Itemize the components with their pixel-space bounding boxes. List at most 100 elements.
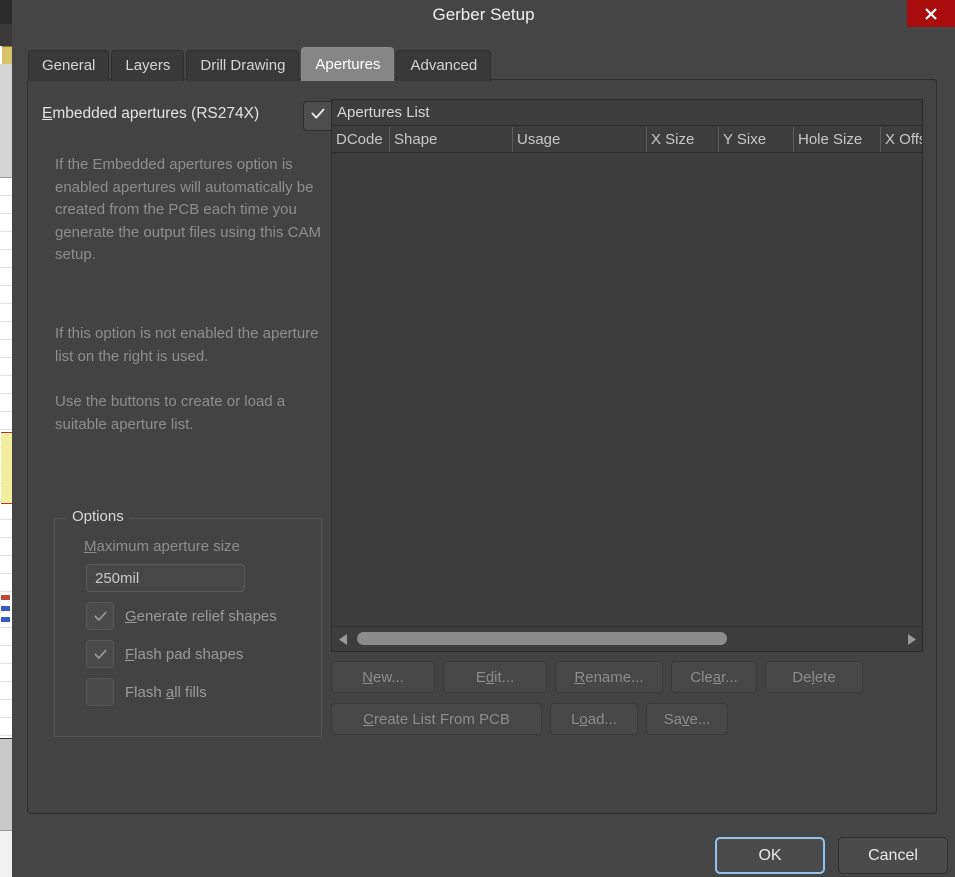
column-header-shape[interactable]: Shape [389, 127, 512, 152]
rename-label-rest: ename... [585, 668, 644, 686]
tab-drill-drawing[interactable]: Drill Drawing [186, 50, 300, 81]
max-aperture-accel-char: M [84, 538, 97, 555]
clear-accel-char: a [712, 668, 722, 686]
generate-accel-char: G [125, 607, 137, 625]
flash-pad-shapes-row[interactable]: Flash pad shapes [86, 640, 243, 668]
generate-relief-shapes-checkbox[interactable] [86, 602, 114, 630]
rename-label: Rename... [574, 669, 643, 686]
apertures-tab-panel: Embedded apertures (RS274X) If the Embed… [27, 79, 937, 814]
createlist-accel-char: C [363, 710, 374, 728]
max-aperture-size-label: Maximum aperture size [84, 538, 240, 555]
create-list-from-pcb-button[interactable]: Create List From PCB [331, 703, 542, 735]
load-accel-char: o [579, 710, 588, 728]
close-icon [923, 6, 939, 22]
cancel-button[interactable]: Cancel [838, 837, 948, 874]
load-label: Load... [571, 711, 617, 728]
clear-label: Clear... [690, 669, 738, 686]
ok-button[interactable]: OK [715, 837, 825, 874]
delete-aperture-button[interactable]: Delete [765, 661, 863, 693]
save-aperture-list-button[interactable]: Save... [646, 703, 728, 735]
flash-pad-shapes-checkbox[interactable] [86, 640, 114, 668]
help-paragraph-2: If this option is not enabled the apertu… [55, 325, 319, 365]
flash-all-fills-label: Flash all fills [125, 684, 207, 701]
flash-pad-label-rest: lash pad shapes [134, 645, 244, 663]
bg-marker-red [1, 595, 10, 600]
edit-label: Edit... [476, 669, 514, 686]
createlist-label: Create List From PCB [363, 711, 510, 728]
bg-bottom-white [0, 830, 12, 877]
flash-pad-accel-char: F [125, 645, 135, 663]
embedded-label-rest: mbedded apertures (RS274X) [52, 105, 260, 122]
clear-label-pre: Cle [690, 668, 713, 686]
tab-general[interactable]: General [28, 50, 110, 81]
load-label-rest: ad... [587, 710, 617, 728]
edit-aperture-button[interactable]: Edit... [443, 661, 547, 693]
flash-all-accel-char: a [165, 683, 175, 701]
help-paragraph-1: If the Embedded apertures option is enab… [55, 156, 321, 263]
flash-all-label-rest: ll fills [174, 683, 207, 701]
column-header-x-offset[interactable]: X Offs [880, 127, 922, 152]
tab-strip: General Layers Drill Drawing Apertures A… [28, 47, 493, 81]
options-groupbox: Options Maximum aperture size Generate r… [54, 508, 322, 737]
edit-accel-char: d [485, 668, 495, 686]
scroll-left-arrow-icon[interactable] [332, 627, 354, 651]
apertures-horizontal-scrollbar[interactable] [332, 626, 922, 651]
options-groupbox-legend: Options [67, 508, 129, 525]
save-label-rest: e... [689, 710, 711, 728]
rename-accel-char: R [574, 668, 586, 686]
clear-aperture-list-button[interactable]: Clear... [671, 661, 757, 693]
check-icon [309, 105, 327, 128]
save-label: Save... [664, 711, 711, 728]
apertures-table-body[interactable] [332, 153, 922, 628]
edit-label-rest: it... [494, 668, 515, 686]
bg-marker-blue-2 [1, 617, 10, 622]
check-icon [93, 649, 107, 659]
apertures-table-header: DCode Shape Usage X Size Y Sixe Hole Siz… [332, 127, 922, 153]
generate-relief-shapes-row[interactable]: Generate relief shapes [86, 602, 277, 630]
save-accel-char: v [682, 710, 690, 728]
scrollbar-thumb[interactable] [357, 632, 727, 645]
column-header-dcode[interactable]: DCode [332, 127, 389, 152]
new-aperture-button[interactable]: New... [331, 661, 435, 693]
tab-advanced[interactable]: Advanced [396, 50, 492, 81]
load-aperture-list-button[interactable]: Load... [550, 703, 638, 735]
help-paragraph-3: Use the buttons to create or load a suit… [55, 393, 286, 433]
save-label-pre: Sa [663, 710, 682, 728]
flash-all-label-pre: Flash [125, 683, 166, 701]
rename-aperture-button[interactable]: Rename... [555, 661, 663, 693]
delete-label: Delete [792, 669, 835, 686]
generate-relief-shapes-label: Generate relief shapes [125, 608, 277, 625]
scroll-right-arrow-icon[interactable] [900, 627, 922, 651]
flash-pad-shapes-label: Flash pad shapes [125, 646, 243, 663]
tab-layers[interactable]: Layers [111, 50, 185, 81]
new-accel-char: N [362, 668, 373, 686]
flash-all-fills-row[interactable]: Flash all fills [86, 678, 207, 706]
apertures-list-caption: Apertures List [332, 100, 922, 126]
column-header-usage[interactable]: Usage [512, 127, 646, 152]
bg-titlebar-strip [0, 0, 12, 24]
embedded-accel-char: E [42, 105, 53, 122]
new-label: New... [362, 669, 404, 686]
bg-gray-panel [0, 64, 12, 178]
close-button[interactable] [907, 0, 955, 27]
column-header-hole-size[interactable]: Hole Size [793, 127, 880, 152]
bg-highlight-rows [1, 432, 12, 504]
embedded-apertures-label: Embedded apertures (RS274X) [42, 105, 259, 123]
new-label-rest: ew... [372, 668, 404, 686]
scrollbar-track[interactable] [354, 627, 900, 651]
apertures-list-panel: Apertures List DCode Shape Usage X Size … [331, 99, 923, 652]
bg-marker-blue-1 [1, 606, 10, 611]
max-aperture-label-rest: aximum aperture size [96, 538, 240, 555]
generate-label-rest: enerate relief shapes [136, 607, 277, 625]
clear-label-rest: r... [721, 668, 738, 686]
flash-all-fills-checkbox[interactable] [86, 678, 114, 706]
max-aperture-size-input[interactable] [86, 564, 245, 592]
edit-label-pre: E [475, 668, 486, 686]
tab-apertures[interactable]: Apertures [301, 47, 395, 81]
embedded-apertures-checkbox[interactable] [303, 101, 333, 131]
bg-gold-strip [2, 46, 12, 66]
embedded-apertures-row: Embedded apertures (RS274X) [42, 101, 335, 131]
delete-label-rest: ete [814, 668, 836, 686]
column-header-y-size[interactable]: Y Sixe [718, 127, 793, 152]
column-header-x-size[interactable]: X Size [646, 127, 718, 152]
